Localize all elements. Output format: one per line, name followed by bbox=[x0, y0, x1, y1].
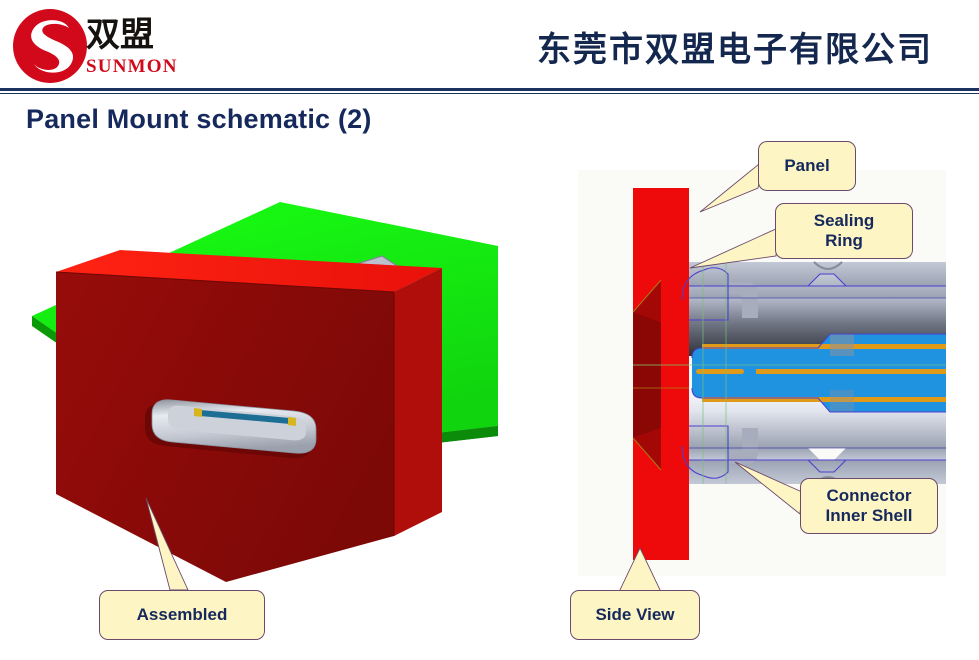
header-divider-thick bbox=[0, 88, 979, 91]
slide-header: 双盟 SUNMON 东莞市双盟电子有限公司 bbox=[0, 0, 979, 94]
callout-side-view[interactable]: Side View bbox=[570, 590, 700, 640]
callout-assembled[interactable]: Assembled bbox=[99, 590, 265, 640]
callout-panel[interactable]: Panel bbox=[758, 141, 856, 191]
logo-chinese-characters-icon: 双盟 bbox=[86, 15, 154, 55]
callout-assembled-label: Assembled bbox=[136, 604, 228, 624]
callout-side-view-label: Side View bbox=[595, 604, 675, 624]
callout-panel-label: Panel bbox=[784, 155, 830, 175]
assembled-3d-figure bbox=[22, 194, 498, 582]
panel-cross-section bbox=[632, 188, 689, 560]
page-title: Panel Mount schematic (2) bbox=[26, 104, 372, 134]
header-divider-thin bbox=[0, 93, 979, 94]
svg-text:双盟: 双盟 bbox=[86, 15, 154, 55]
company-logo: 双盟 SUNMON bbox=[12, 6, 187, 86]
callout-connector-inner-shell-label: Connector Inner Shell bbox=[825, 485, 913, 525]
callout-sealing-ring-label: Sealing Ring bbox=[813, 210, 875, 250]
logo-wordmark: SUNMON bbox=[86, 56, 178, 77]
callout-connector-inner-shell[interactable]: Connector Inner Shell bbox=[800, 478, 938, 534]
company-name: 东莞市双盟电子有限公司 bbox=[537, 29, 933, 70]
assembled-callout-tail bbox=[145, 497, 189, 591]
slide-root: 双盟 SUNMON 东莞市双盟电子有限公司 Panel Mount schema… bbox=[0, 0, 979, 660]
assembled-3d-illustration bbox=[22, 194, 498, 582]
sunmon-s-logo-icon bbox=[13, 9, 87, 83]
callout-sealing-ring[interactable]: Sealing Ring bbox=[775, 203, 913, 259]
